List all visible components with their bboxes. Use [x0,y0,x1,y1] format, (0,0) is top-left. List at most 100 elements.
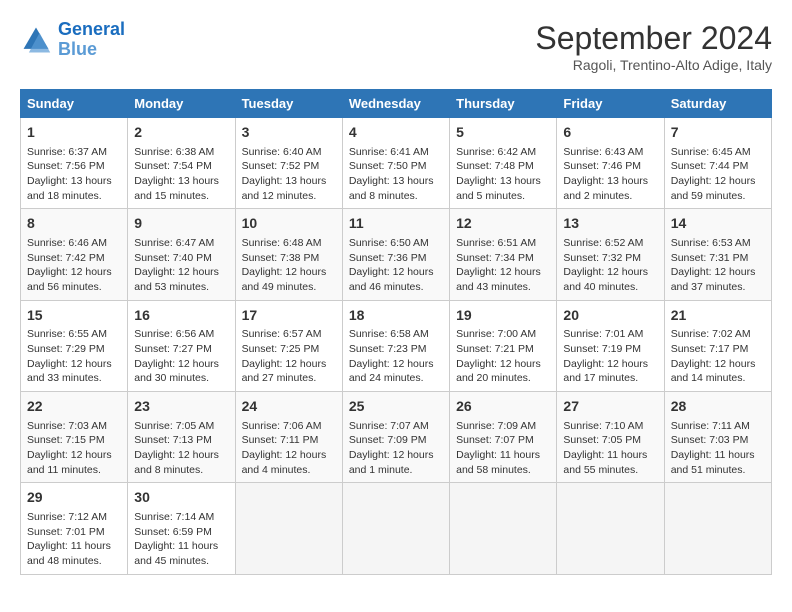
calendar-cell [557,483,664,574]
calendar-table: SundayMondayTuesdayWednesdayThursdayFrid… [20,89,772,575]
day-number: 7 [671,123,765,143]
col-header-friday: Friday [557,90,664,118]
day-number: 29 [27,488,121,508]
calendar-cell: 23Sunrise: 7:05 AM Sunset: 7:13 PM Dayli… [128,392,235,483]
day-number: 16 [134,306,228,326]
day-info: Sunrise: 6:47 AM Sunset: 7:40 PM Dayligh… [134,236,228,295]
calendar-cell: 6Sunrise: 6:43 AM Sunset: 7:46 PM Daylig… [557,118,664,209]
calendar-cell: 28Sunrise: 7:11 AM Sunset: 7:03 PM Dayli… [664,392,771,483]
day-info: Sunrise: 7:06 AM Sunset: 7:11 PM Dayligh… [242,419,336,478]
calendar-cell: 26Sunrise: 7:09 AM Sunset: 7:07 PM Dayli… [450,392,557,483]
calendar-cell: 1Sunrise: 6:37 AM Sunset: 7:56 PM Daylig… [21,118,128,209]
calendar-cell: 30Sunrise: 7:14 AM Sunset: 6:59 PM Dayli… [128,483,235,574]
calendar-cell [342,483,449,574]
page-header: General Blue September 2024 Ragoli, Tren… [20,20,772,73]
calendar-cell: 24Sunrise: 7:06 AM Sunset: 7:11 PM Dayli… [235,392,342,483]
col-header-wednesday: Wednesday [342,90,449,118]
calendar-cell: 10Sunrise: 6:48 AM Sunset: 7:38 PM Dayli… [235,209,342,300]
calendar-cell: 11Sunrise: 6:50 AM Sunset: 7:36 PM Dayli… [342,209,449,300]
day-info: Sunrise: 7:10 AM Sunset: 7:05 PM Dayligh… [563,419,657,478]
col-header-saturday: Saturday [664,90,771,118]
calendar-cell: 25Sunrise: 7:07 AM Sunset: 7:09 PM Dayli… [342,392,449,483]
day-number: 23 [134,397,228,417]
calendar-cell: 9Sunrise: 6:47 AM Sunset: 7:40 PM Daylig… [128,209,235,300]
day-number: 12 [456,214,550,234]
day-info: Sunrise: 6:37 AM Sunset: 7:56 PM Dayligh… [27,145,121,204]
day-info: Sunrise: 6:50 AM Sunset: 7:36 PM Dayligh… [349,236,443,295]
day-info: Sunrise: 7:03 AM Sunset: 7:15 PM Dayligh… [27,419,121,478]
day-number: 15 [27,306,121,326]
day-info: Sunrise: 7:07 AM Sunset: 7:09 PM Dayligh… [349,419,443,478]
calendar-cell: 29Sunrise: 7:12 AM Sunset: 7:01 PM Dayli… [21,483,128,574]
calendar-cell: 12Sunrise: 6:51 AM Sunset: 7:34 PM Dayli… [450,209,557,300]
calendar-cell: 20Sunrise: 7:01 AM Sunset: 7:19 PM Dayli… [557,300,664,391]
logo-icon [20,24,52,56]
calendar-cell: 3Sunrise: 6:40 AM Sunset: 7:52 PM Daylig… [235,118,342,209]
calendar-cell: 21Sunrise: 7:02 AM Sunset: 7:17 PM Dayli… [664,300,771,391]
month-title: September 2024 [535,20,772,57]
day-number: 25 [349,397,443,417]
day-info: Sunrise: 6:51 AM Sunset: 7:34 PM Dayligh… [456,236,550,295]
calendar-header-row: SundayMondayTuesdayWednesdayThursdayFrid… [21,90,772,118]
calendar-cell: 2Sunrise: 6:38 AM Sunset: 7:54 PM Daylig… [128,118,235,209]
day-number: 24 [242,397,336,417]
day-info: Sunrise: 6:41 AM Sunset: 7:50 PM Dayligh… [349,145,443,204]
day-info: Sunrise: 6:46 AM Sunset: 7:42 PM Dayligh… [27,236,121,295]
day-info: Sunrise: 6:45 AM Sunset: 7:44 PM Dayligh… [671,145,765,204]
day-info: Sunrise: 6:53 AM Sunset: 7:31 PM Dayligh… [671,236,765,295]
day-number: 9 [134,214,228,234]
col-header-monday: Monday [128,90,235,118]
calendar-week-3: 15Sunrise: 6:55 AM Sunset: 7:29 PM Dayli… [21,300,772,391]
day-info: Sunrise: 6:38 AM Sunset: 7:54 PM Dayligh… [134,145,228,204]
day-number: 3 [242,123,336,143]
day-number: 5 [456,123,550,143]
day-info: Sunrise: 6:56 AM Sunset: 7:27 PM Dayligh… [134,327,228,386]
day-number: 17 [242,306,336,326]
day-number: 1 [27,123,121,143]
day-info: Sunrise: 6:58 AM Sunset: 7:23 PM Dayligh… [349,327,443,386]
calendar-cell: 17Sunrise: 6:57 AM Sunset: 7:25 PM Dayli… [235,300,342,391]
day-info: Sunrise: 7:09 AM Sunset: 7:07 PM Dayligh… [456,419,550,478]
calendar-cell: 7Sunrise: 6:45 AM Sunset: 7:44 PM Daylig… [664,118,771,209]
calendar-cell: 18Sunrise: 6:58 AM Sunset: 7:23 PM Dayli… [342,300,449,391]
day-info: Sunrise: 7:05 AM Sunset: 7:13 PM Dayligh… [134,419,228,478]
day-info: Sunrise: 7:12 AM Sunset: 7:01 PM Dayligh… [27,510,121,569]
col-header-thursday: Thursday [450,90,557,118]
day-number: 6 [563,123,657,143]
logo-text: General Blue [58,20,125,60]
calendar-week-5: 29Sunrise: 7:12 AM Sunset: 7:01 PM Dayli… [21,483,772,574]
calendar-cell: 13Sunrise: 6:52 AM Sunset: 7:32 PM Dayli… [557,209,664,300]
day-info: Sunrise: 6:52 AM Sunset: 7:32 PM Dayligh… [563,236,657,295]
calendar-week-1: 1Sunrise: 6:37 AM Sunset: 7:56 PM Daylig… [21,118,772,209]
day-info: Sunrise: 6:42 AM Sunset: 7:48 PM Dayligh… [456,145,550,204]
title-block: September 2024 Ragoli, Trentino-Alto Adi… [535,20,772,73]
day-info: Sunrise: 7:11 AM Sunset: 7:03 PM Dayligh… [671,419,765,478]
calendar-cell: 27Sunrise: 7:10 AM Sunset: 7:05 PM Dayli… [557,392,664,483]
col-header-sunday: Sunday [21,90,128,118]
logo: General Blue [20,20,125,60]
day-number: 22 [27,397,121,417]
day-info: Sunrise: 7:02 AM Sunset: 7:17 PM Dayligh… [671,327,765,386]
day-number: 28 [671,397,765,417]
day-info: Sunrise: 6:48 AM Sunset: 7:38 PM Dayligh… [242,236,336,295]
day-info: Sunrise: 7:01 AM Sunset: 7:19 PM Dayligh… [563,327,657,386]
day-info: Sunrise: 6:55 AM Sunset: 7:29 PM Dayligh… [27,327,121,386]
day-number: 13 [563,214,657,234]
day-number: 19 [456,306,550,326]
day-info: Sunrise: 6:57 AM Sunset: 7:25 PM Dayligh… [242,327,336,386]
location-subtitle: Ragoli, Trentino-Alto Adige, Italy [535,57,772,73]
day-number: 26 [456,397,550,417]
calendar-cell [450,483,557,574]
day-info: Sunrise: 7:00 AM Sunset: 7:21 PM Dayligh… [456,327,550,386]
day-number: 8 [27,214,121,234]
calendar-week-4: 22Sunrise: 7:03 AM Sunset: 7:15 PM Dayli… [21,392,772,483]
day-info: Sunrise: 6:40 AM Sunset: 7:52 PM Dayligh… [242,145,336,204]
calendar-cell: 5Sunrise: 6:42 AM Sunset: 7:48 PM Daylig… [450,118,557,209]
calendar-cell: 16Sunrise: 6:56 AM Sunset: 7:27 PM Dayli… [128,300,235,391]
calendar-cell [664,483,771,574]
day-number: 4 [349,123,443,143]
day-number: 21 [671,306,765,326]
calendar-week-2: 8Sunrise: 6:46 AM Sunset: 7:42 PM Daylig… [21,209,772,300]
calendar-body: 1Sunrise: 6:37 AM Sunset: 7:56 PM Daylig… [21,118,772,575]
day-number: 18 [349,306,443,326]
